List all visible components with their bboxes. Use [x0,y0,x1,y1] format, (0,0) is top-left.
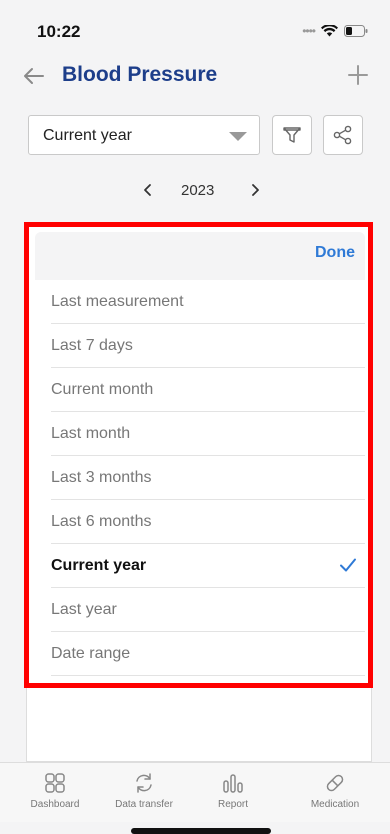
option-label: Last 7 days [51,337,133,354]
report-icon [223,774,243,793]
sync-icon [136,773,152,793]
option-current-month[interactable]: Current month [51,368,365,412]
add-icon[interactable] [346,63,370,87]
filter-button[interactable] [272,115,312,155]
pill-icon [326,774,344,792]
option-label: Current month [51,381,154,398]
option-last-6-months[interactable]: Last 6 months [51,500,365,544]
next-year-icon[interactable] [245,180,265,200]
share-button[interactable] [323,115,363,155]
tab-label: Dashboard [30,799,80,810]
tab-medication[interactable]: Medication [296,763,374,819]
done-button[interactable]: Done [315,244,355,262]
year-navigator: 2023 [0,176,390,206]
option-last-7-days[interactable]: Last 7 days [51,324,365,368]
tab-label: Data transfer [115,799,173,810]
share-icon [333,125,352,145]
page-title: Blood Pressure [62,63,218,86]
period-select-value: Current year [43,127,132,144]
year-label: 2023 [181,182,215,199]
period-select[interactable]: Current year [28,115,260,155]
previous-year-icon[interactable] [138,180,158,200]
option-last-year[interactable]: Last year [51,588,365,632]
signal-icon: •••• [302,24,316,38]
picker-toolbar: Done [35,232,365,280]
dashboard-icon [45,773,65,793]
status-time: 10:22 [37,22,81,41]
option-label: Last 3 months [51,469,152,486]
app-header: Blood Pressure [0,56,390,100]
bottom-tab-bar: Dashboard Data transfer Report Medicatio… [0,762,390,822]
option-current-year[interactable]: Current year [51,544,365,588]
period-options-list: Last measurement Last 7 days Current mon… [35,280,365,676]
checkmark-icon [340,558,356,572]
battery-icon [344,25,368,37]
filter-row: Current year [28,115,368,155]
option-label: Date range [51,645,131,662]
tab-label: Medication [310,799,360,810]
tab-data-transfer[interactable]: Data transfer [105,763,183,819]
tab-label: Report [217,799,248,810]
option-label: Current year [51,557,147,574]
funnel-icon [283,127,301,143]
option-last-month[interactable]: Last month [51,412,365,456]
option-label: Last measurement [51,293,184,310]
tab-report[interactable]: Report [194,763,272,819]
back-arrow-icon[interactable] [22,64,46,88]
option-label: Last year [51,601,117,618]
option-last-3-months[interactable]: Last 3 months [51,456,365,500]
tab-dashboard[interactable]: Dashboard [16,763,94,819]
dropdown-caret-icon [229,132,247,141]
option-label: Last month [51,425,131,442]
period-picker-sheet: Done Last measurement Last 7 days Curren… [35,232,365,752]
home-indicator [131,828,271,834]
status-bar: 10:22 •••• [0,0,390,56]
option-date-range[interactable]: Date range [51,632,365,676]
status-icons: •••• [302,24,368,38]
wifi-icon [321,25,338,37]
option-last-measurement[interactable]: Last measurement [51,280,365,324]
option-label: Last 6 months [51,513,152,530]
